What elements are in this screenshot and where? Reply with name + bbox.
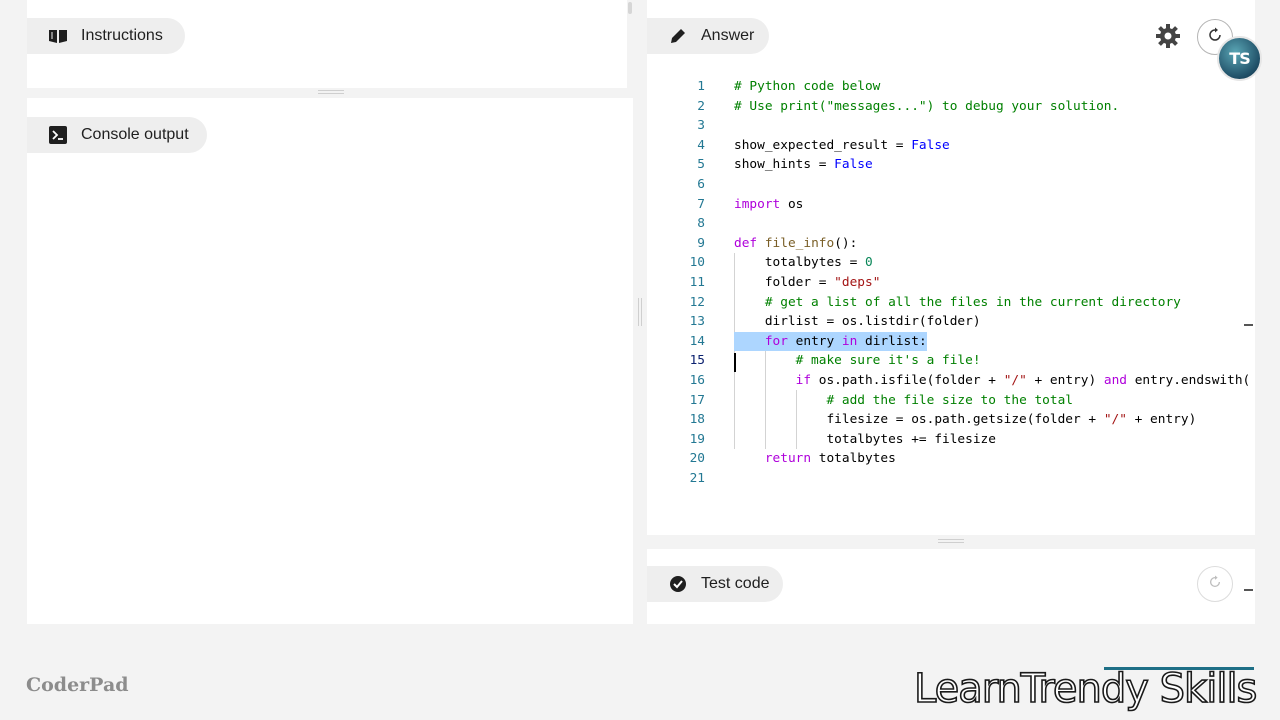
code-line[interactable]: 7 import os [647, 195, 1253, 215]
collapse-marker[interactable] [1244, 589, 1253, 591]
code-text: import os [734, 196, 804, 212]
code-text: # add the file size to the total [826, 392, 1073, 408]
code-text: totalbytes += filesize [734, 431, 996, 447]
code-text: for entry in dirlist: [734, 331, 927, 352]
line-number: 5 [697, 157, 705, 173]
code-text: # Python code below [734, 79, 881, 94]
code-line[interactable]: 8 [647, 214, 1253, 234]
vertical-resize-handle[interactable] [638, 298, 642, 326]
gear-icon[interactable] [1155, 23, 1181, 49]
code-text: # Use print("messages...") to debug your… [734, 98, 1120, 114]
code-text: filesize = os.path.getsize(folder + "/" … [734, 412, 1197, 428]
refresh-icon [1208, 574, 1222, 594]
console-output-tab[interactable]: Console output [27, 117, 207, 153]
code-editor[interactable]: 1 # Python code below 2 # Use print("messag… [647, 77, 1253, 497]
code-line[interactable]: 16 if os.path.isfile(folder + "/" + entr… [647, 371, 1253, 391]
line-number: 14 [689, 333, 705, 349]
code-text: totalbytes = 0 [734, 255, 873, 271]
line-number: 12 [689, 294, 705, 310]
line-number: 3 [697, 118, 705, 134]
code-line[interactable]: 6 [647, 175, 1253, 195]
line-number: 9 [697, 235, 705, 251]
code-line[interactable]: 1 # Python code below [647, 77, 1253, 97]
test-code-tab[interactable]: Test code [647, 566, 783, 602]
code-line[interactable]: 17 # add the file size to the total [647, 391, 1253, 411]
code-line[interactable]: 9 def file_info(): [647, 234, 1253, 254]
line-number: 17 [689, 392, 705, 408]
line-number: 21 [689, 471, 705, 486]
avatar-initials: TS [1229, 49, 1250, 68]
run-test-button[interactable] [1197, 566, 1233, 602]
code-text: dirlist = os.listdir(folder) [734, 314, 981, 330]
code-line[interactable]: 14 for entry in dirlist: [647, 331, 1253, 352]
code-line[interactable]: 19 totalbytes += filesize [647, 430, 1253, 450]
code-line[interactable]: 12 # get a list of all the files in the … [647, 293, 1253, 313]
code-line[interactable]: 20 return totalbytes [647, 449, 1253, 469]
test-code-tab-label: Test code [701, 575, 770, 592]
code-line[interactable]: 11 folder = "deps" [647, 273, 1253, 293]
instructions-tab[interactable]: Instructions [27, 18, 185, 54]
instructions-tab-label: Instructions [81, 27, 163, 44]
code-line[interactable]: 21 [647, 469, 1253, 489]
horizontal-resize-handle-right[interactable] [938, 539, 964, 543]
watermark-text: LearnTrendy Skills [913, 665, 1258, 713]
code-line[interactable]: 2 # Use print("messages...") to debug you… [647, 97, 1253, 117]
console-output-tab-label: Console output [81, 126, 189, 143]
line-number: 15 [689, 353, 705, 369]
code-line[interactable]: 4 show_expected_result = False [647, 136, 1253, 156]
console-output-panel [27, 98, 633, 624]
code-text: folder = "deps" [734, 275, 881, 290]
code-text: def file_info(): [734, 235, 858, 251]
line-number: 7 [697, 196, 705, 212]
book-icon [47, 25, 69, 47]
line-number: 6 [697, 177, 705, 192]
horizontal-resize-handle-left[interactable] [318, 90, 344, 94]
code-text: show_hints = False [734, 157, 873, 173]
code-text: if os.path.isfile(folder + "/" + entry) … [795, 373, 1251, 388]
user-avatar[interactable]: TS [1217, 36, 1262, 81]
code-line[interactable]: 10 totalbytes = 0 [647, 253, 1253, 273]
check-circle-icon [667, 573, 689, 595]
code-line[interactable]: 5 show_hints = False [647, 155, 1253, 175]
code-text: # make sure it's a file! [795, 353, 981, 369]
pencil-icon [667, 25, 689, 47]
code-line[interactable]: 13 dirlist = os.listdir(folder) [647, 312, 1253, 332]
line-number: 2 [697, 98, 705, 114]
terminal-icon [47, 124, 69, 146]
coderpad-logo: CoderPad [26, 674, 129, 696]
line-number: 20 [689, 451, 705, 467]
answer-tab-label: Answer [701, 27, 755, 44]
line-number: 19 [689, 431, 705, 447]
line-number: 1 [697, 79, 705, 94]
code-line[interactable]: 3 [647, 116, 1253, 136]
instructions-scrollbar[interactable] [628, 2, 632, 14]
line-number: 10 [689, 255, 705, 271]
code-line[interactable]: 18 filesize = os.path.getsize(folder + "… [647, 410, 1253, 430]
line-number: 8 [697, 216, 705, 232]
code-line[interactable]: 15 # make sure it's a file! [647, 351, 1253, 371]
answer-tab[interactable]: Answer [647, 18, 769, 54]
overview-ruler-marker [1244, 324, 1253, 326]
line-number: 11 [689, 275, 705, 290]
text-cursor [734, 353, 736, 372]
code-text: show_expected_result = False [734, 137, 950, 153]
code-text: return totalbytes [764, 451, 896, 467]
line-number: 13 [689, 314, 705, 330]
line-number: 4 [697, 137, 705, 153]
line-number: 16 [689, 373, 705, 388]
line-number: 18 [689, 412, 705, 428]
code-text: # get a list of all the files in the cur… [764, 294, 1181, 310]
